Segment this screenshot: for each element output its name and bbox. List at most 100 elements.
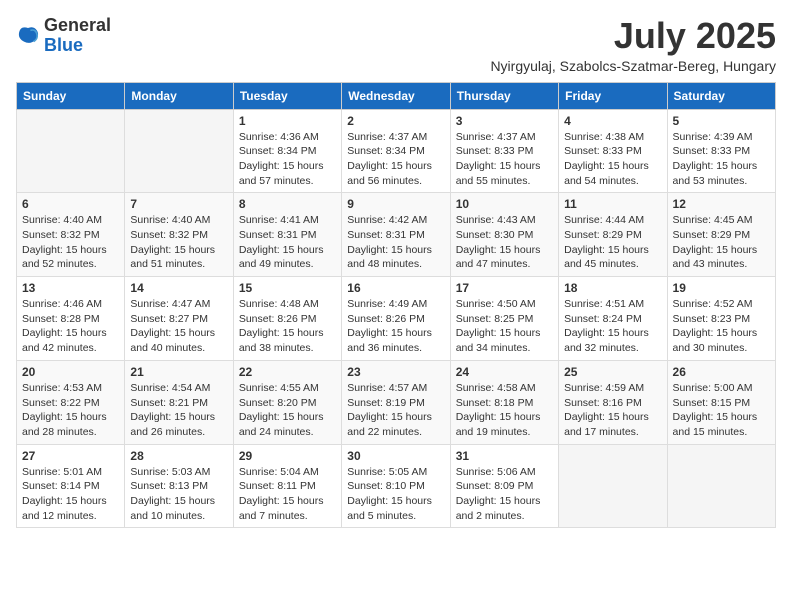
- day-number: 25: [564, 365, 661, 379]
- day-number: 3: [456, 114, 553, 128]
- day-number: 18: [564, 281, 661, 295]
- cell-info: Sunrise: 4:40 AMSunset: 8:32 PMDaylight:…: [130, 213, 227, 272]
- logo-text: General Blue: [44, 16, 111, 56]
- day-number: 1: [239, 114, 336, 128]
- calendar-cell: 30 Sunrise: 5:05 AMSunset: 8:10 PMDayligh…: [342, 444, 450, 528]
- day-number: 8: [239, 197, 336, 211]
- calendar-table: SundayMondayTuesdayWednesdayThursdayFrid…: [16, 82, 776, 529]
- calendar-cell: 3 Sunrise: 4:37 AMSunset: 8:33 PMDaylight…: [450, 109, 558, 193]
- calendar-cell: [667, 444, 775, 528]
- day-number: 14: [130, 281, 227, 295]
- day-number: 20: [22, 365, 119, 379]
- day-number: 7: [130, 197, 227, 211]
- day-number: 23: [347, 365, 444, 379]
- calendar-cell: 8 Sunrise: 4:41 AMSunset: 8:31 PMDaylight…: [233, 193, 341, 277]
- cell-info: Sunrise: 5:05 AMSunset: 8:10 PMDaylight:…: [347, 465, 444, 524]
- calendar-cell: 18 Sunrise: 4:51 AMSunset: 8:24 PMDayligh…: [559, 277, 667, 361]
- cell-info: Sunrise: 5:00 AMSunset: 8:15 PMDaylight:…: [673, 381, 770, 440]
- day-number: 11: [564, 197, 661, 211]
- day-number: 28: [130, 449, 227, 463]
- calendar-cell: 13Sunrise: 4:46 AMSunset: 8:28 PMDayligh…: [17, 277, 125, 361]
- day-number: 27: [22, 449, 119, 463]
- cell-info: Sunrise: 4:42 AMSunset: 8:31 PMDaylight:…: [347, 213, 444, 272]
- cell-info: Sunrise: 4:59 AMSunset: 8:16 PMDaylight:…: [564, 381, 661, 440]
- day-number: 16: [347, 281, 444, 295]
- cell-info: Sunrise: 4:58 AMSunset: 8:18 PMDaylight:…: [456, 381, 553, 440]
- day-number: 29: [239, 449, 336, 463]
- calendar-cell: 29 Sunrise: 5:04 AMSunset: 8:11 PMDayligh…: [233, 444, 341, 528]
- cell-info: Sunrise: 4:38 AMSunset: 8:33 PMDaylight:…: [564, 130, 661, 189]
- cell-info: Sunrise: 5:06 AMSunset: 8:09 PMDaylight:…: [456, 465, 553, 524]
- calendar-cell: 22 Sunrise: 4:55 AMSunset: 8:20 PMDayligh…: [233, 360, 341, 444]
- calendar-cell: 9 Sunrise: 4:42 AMSunset: 8:31 PMDaylight…: [342, 193, 450, 277]
- cell-info: Sunrise: 4:53 AMSunset: 8:22 PMDaylight:…: [22, 381, 119, 440]
- calendar-cell: 6 Sunrise: 4:40 AMSunset: 8:32 PMDaylight…: [17, 193, 125, 277]
- calendar-cell: 2 Sunrise: 4:37 AMSunset: 8:34 PMDaylight…: [342, 109, 450, 193]
- col-header-wednesday: Wednesday: [342, 82, 450, 109]
- day-number: 31: [456, 449, 553, 463]
- day-number: 30: [347, 449, 444, 463]
- calendar-week-row: 27 Sunrise: 5:01 AMSunset: 8:14 PMDayligh…: [17, 444, 776, 528]
- cell-info: Sunrise: 4:54 AMSunset: 8:21 PMDaylight:…: [130, 381, 227, 440]
- calendar-week-row: 6 Sunrise: 4:40 AMSunset: 8:32 PMDaylight…: [17, 193, 776, 277]
- day-number: 19: [673, 281, 770, 295]
- day-number: 13: [22, 281, 119, 295]
- cell-info: Sunrise: 4:44 AMSunset: 8:29 PMDaylight:…: [564, 213, 661, 272]
- calendar-cell: 7 Sunrise: 4:40 AMSunset: 8:32 PMDaylight…: [125, 193, 233, 277]
- calendar-cell: 24 Sunrise: 4:58 AMSunset: 8:18 PMDayligh…: [450, 360, 558, 444]
- cell-info: Sunrise: 4:57 AMSunset: 8:19 PMDaylight:…: [347, 381, 444, 440]
- calendar-cell: 11 Sunrise: 4:44 AMSunset: 8:29 PMDayligh…: [559, 193, 667, 277]
- col-header-saturday: Saturday: [667, 82, 775, 109]
- calendar-cell: 4 Sunrise: 4:38 AMSunset: 8:33 PMDaylight…: [559, 109, 667, 193]
- calendar-cell: 23 Sunrise: 4:57 AMSunset: 8:19 PMDayligh…: [342, 360, 450, 444]
- calendar-cell: 20 Sunrise: 4:53 AMSunset: 8:22 PMDayligh…: [17, 360, 125, 444]
- cell-info: Sunrise: 4:37 AMSunset: 8:34 PMDaylight:…: [347, 130, 444, 189]
- day-number: 2: [347, 114, 444, 128]
- cell-info: Sunrise: 4:45 AMSunset: 8:29 PMDaylight:…: [673, 213, 770, 272]
- calendar-cell: 21Sunrise: 4:54 AMSunset: 8:21 PMDayligh…: [125, 360, 233, 444]
- calendar-cell: 14 Sunrise: 4:47 AMSunset: 8:27 PMDayligh…: [125, 277, 233, 361]
- cell-info: Sunrise: 5:04 AMSunset: 8:11 PMDaylight:…: [239, 465, 336, 524]
- day-number: 4: [564, 114, 661, 128]
- day-number: 24: [456, 365, 553, 379]
- page-header: General Blue July 2025 Nyirgyulaj, Szabo…: [16, 16, 776, 74]
- calendar-cell: 19 Sunrise: 4:52 AMSunset: 8:23 PMDayligh…: [667, 277, 775, 361]
- calendar-cell: 1Sunrise: 4:36 AMSunset: 8:34 PMDaylight…: [233, 109, 341, 193]
- title-block: July 2025 Nyirgyulaj, Szabolcs-Szatmar-B…: [490, 16, 776, 74]
- cell-info: Sunrise: 4:47 AMSunset: 8:27 PMDaylight:…: [130, 297, 227, 356]
- cell-info: Sunrise: 4:40 AMSunset: 8:32 PMDaylight:…: [22, 213, 119, 272]
- day-number: 12: [673, 197, 770, 211]
- calendar-cell: 26Sunrise: 5:00 AMSunset: 8:15 PMDayligh…: [667, 360, 775, 444]
- cell-info: Sunrise: 4:49 AMSunset: 8:26 PMDaylight:…: [347, 297, 444, 356]
- logo: General Blue: [16, 16, 111, 56]
- cell-info: Sunrise: 5:01 AMSunset: 8:14 PMDaylight:…: [22, 465, 119, 524]
- calendar-cell: 16 Sunrise: 4:49 AMSunset: 8:26 PMDayligh…: [342, 277, 450, 361]
- col-header-tuesday: Tuesday: [233, 82, 341, 109]
- cell-info: Sunrise: 4:41 AMSunset: 8:31 PMDaylight:…: [239, 213, 336, 272]
- calendar-cell: 25 Sunrise: 4:59 AMSunset: 8:16 PMDayligh…: [559, 360, 667, 444]
- day-number: 6: [22, 197, 119, 211]
- cell-info: Sunrise: 4:55 AMSunset: 8:20 PMDaylight:…: [239, 381, 336, 440]
- calendar-week-row: 20 Sunrise: 4:53 AMSunset: 8:22 PMDayligh…: [17, 360, 776, 444]
- col-header-thursday: Thursday: [450, 82, 558, 109]
- calendar-cell: 31 Sunrise: 5:06 AMSunset: 8:09 PMDayligh…: [450, 444, 558, 528]
- calendar-week-row: 13Sunrise: 4:46 AMSunset: 8:28 PMDayligh…: [17, 277, 776, 361]
- logo-blue-text: Blue: [44, 35, 83, 55]
- day-number: 15: [239, 281, 336, 295]
- calendar-header-row: SundayMondayTuesdayWednesdayThursdayFrid…: [17, 82, 776, 109]
- calendar-cell: [125, 109, 233, 193]
- logo-general-text: General: [44, 15, 111, 35]
- cell-info: Sunrise: 4:51 AMSunset: 8:24 PMDaylight:…: [564, 297, 661, 356]
- cell-info: Sunrise: 5:03 AMSunset: 8:13 PMDaylight:…: [130, 465, 227, 524]
- col-header-friday: Friday: [559, 82, 667, 109]
- cell-info: Sunrise: 4:52 AMSunset: 8:23 PMDaylight:…: [673, 297, 770, 356]
- cell-info: Sunrise: 4:43 AMSunset: 8:30 PMDaylight:…: [456, 213, 553, 272]
- calendar-cell: 5Sunrise: 4:39 AMSunset: 8:33 PMDaylight…: [667, 109, 775, 193]
- calendar-week-row: 1Sunrise: 4:36 AMSunset: 8:34 PMDaylight…: [17, 109, 776, 193]
- day-number: 22: [239, 365, 336, 379]
- calendar-cell: 17Sunrise: 4:50 AMSunset: 8:25 PMDayligh…: [450, 277, 558, 361]
- day-number: 9: [347, 197, 444, 211]
- calendar-cell: 15Sunrise: 4:48 AMSunset: 8:26 PMDayligh…: [233, 277, 341, 361]
- day-number: 10: [456, 197, 553, 211]
- cell-info: Sunrise: 4:37 AMSunset: 8:33 PMDaylight:…: [456, 130, 553, 189]
